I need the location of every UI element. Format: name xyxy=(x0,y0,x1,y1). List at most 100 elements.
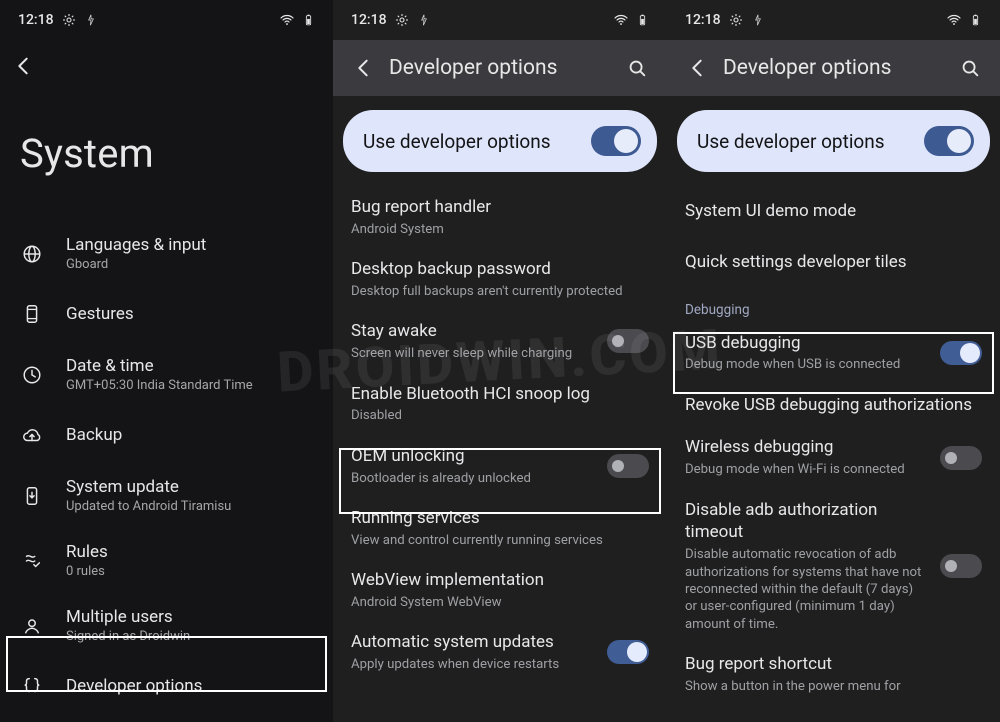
status-bar: 12:18 xyxy=(667,0,1000,40)
settings-rows: System UI demo mode Quick settings devel… xyxy=(667,184,1000,706)
row-title: USB debugging xyxy=(685,332,928,355)
sysupd-icon xyxy=(20,484,44,508)
setting-row[interactable]: Running services View and control curren… xyxy=(333,497,667,559)
use-developer-options-card[interactable]: Use developer options xyxy=(677,110,990,172)
toggle-switch[interactable] xyxy=(607,329,649,353)
toggle-switch[interactable] xyxy=(607,454,649,478)
setting-row[interactable]: WebView implementation Android System We… xyxy=(333,559,667,621)
wifi-icon xyxy=(945,12,963,28)
back-button[interactable] xyxy=(343,48,383,88)
rules-icon xyxy=(20,549,44,573)
setting-row[interactable]: Quick settings developer tiles xyxy=(667,237,1000,288)
item-subtitle: Gboard xyxy=(66,257,206,272)
page-title: System xyxy=(0,96,333,221)
row-title: WebView implementation xyxy=(351,569,649,592)
row-subtitle: Disabled xyxy=(351,407,649,424)
phoneV-icon xyxy=(20,302,44,326)
row-title: Wireless debugging xyxy=(685,436,928,459)
system-item[interactable]: Multiple users Signed in as Droidwin xyxy=(0,593,333,658)
system-item[interactable]: Backup xyxy=(0,407,333,463)
system-item[interactable]: Languages & input Gboard xyxy=(0,221,333,286)
row-title: Disable adb authorization timeout xyxy=(685,499,928,545)
wifi-icon xyxy=(278,12,296,28)
card-label: Use developer options xyxy=(697,130,885,153)
status-time: 12:18 xyxy=(18,12,54,28)
system-item[interactable]: Developer options xyxy=(0,658,333,714)
back-button[interactable] xyxy=(677,48,717,88)
use-developer-options-switch[interactable] xyxy=(591,126,641,156)
system-item[interactable]: Date & time GMT+05:30 India Standard Tim… xyxy=(0,342,333,407)
gear-icon xyxy=(394,12,410,28)
battery-icon xyxy=(969,11,982,29)
setting-row[interactable]: Automatic system updates Apply updates w… xyxy=(333,621,667,683)
status-time: 12:18 xyxy=(351,12,387,28)
status-bar: 12:18 xyxy=(333,0,667,40)
globe-icon xyxy=(20,242,44,266)
back-button[interactable] xyxy=(12,55,34,81)
bolt-icon xyxy=(417,12,431,28)
row-title: Enable Bluetooth HCI snoop log xyxy=(351,383,649,406)
setting-row[interactable]: Enable Bluetooth HCI snoop log Disabled xyxy=(333,373,667,435)
card-label: Use developer options xyxy=(363,130,551,153)
toggle-switch[interactable] xyxy=(607,640,649,664)
bolt-icon xyxy=(751,12,765,28)
item-title: Developer options xyxy=(66,676,202,696)
row-subtitle: Android System WebView xyxy=(351,594,649,611)
setting-row[interactable]: Stay awake Screen will never sleep while… xyxy=(333,310,667,372)
row-title: Bug report shortcut xyxy=(685,653,982,676)
setting-row[interactable]: Wireless debugging Debug mode when Wi-Fi… xyxy=(667,426,1000,488)
system-item[interactable]: Reset options xyxy=(0,714,333,722)
use-developer-options-switch[interactable] xyxy=(924,126,974,156)
battery-icon xyxy=(636,11,649,29)
item-subtitle: GMT+05:30 India Standard Time xyxy=(66,378,253,393)
toggle-switch[interactable] xyxy=(940,341,982,365)
row-title: Revoke USB debugging authorizations xyxy=(685,394,982,417)
braces-icon xyxy=(20,674,44,698)
item-title: System update xyxy=(66,477,231,497)
phone-developer-options-1: 12:18 Developer options Use developer op… xyxy=(333,0,667,722)
search-button[interactable] xyxy=(617,48,657,88)
phone-developer-options-2: 12:18 Developer options Use developer op… xyxy=(667,0,1000,722)
item-title: Backup xyxy=(66,425,122,445)
system-item[interactable]: Gestures xyxy=(0,286,333,342)
arrow-left-icon xyxy=(686,57,708,79)
row-subtitle: Android System xyxy=(351,221,649,238)
system-item[interactable]: Rules 0 rules xyxy=(0,528,333,593)
appbar-title: Developer options xyxy=(717,56,950,80)
system-item[interactable]: System update Updated to Android Tiramis… xyxy=(0,463,333,528)
row-title: Running services xyxy=(351,507,649,530)
row-title: Desktop backup password xyxy=(351,258,649,281)
toggle-switch[interactable] xyxy=(940,554,982,578)
row-subtitle: Show a button in the power menu for xyxy=(685,678,982,695)
setting-row[interactable]: OEM unlocking Bootloader is already unlo… xyxy=(333,435,667,497)
row-title: Stay awake xyxy=(351,320,595,343)
status-bar: 12:18 xyxy=(0,0,333,40)
item-title: Rules xyxy=(66,542,108,562)
setting-row[interactable]: Bug report handler Android System xyxy=(333,186,667,248)
row-subtitle: Debug mode when USB is connected xyxy=(685,356,928,373)
item-subtitle: 0 rules xyxy=(66,564,108,579)
setting-row[interactable]: USB debugging Debug mode when USB is con… xyxy=(667,322,1000,384)
row-subtitle: Bootloader is already unlocked xyxy=(351,470,595,487)
battery-icon xyxy=(302,11,315,29)
setting-row[interactable]: Disable adb authorization timeout Disabl… xyxy=(667,489,1000,644)
item-title: Gestures xyxy=(66,304,134,324)
search-icon xyxy=(959,57,981,79)
arrow-left-icon xyxy=(352,57,374,79)
row-title: System UI demo mode xyxy=(685,200,982,223)
setting-row[interactable]: System UI demo mode xyxy=(667,186,1000,237)
section-label: Debugging xyxy=(667,288,1000,322)
setting-row[interactable]: Desktop backup password Desktop full bac… xyxy=(333,248,667,310)
row-title: OEM unlocking xyxy=(351,445,595,468)
search-button[interactable] xyxy=(950,48,990,88)
row-subtitle: Screen will never sleep while charging xyxy=(351,345,595,362)
use-developer-options-card[interactable]: Use developer options xyxy=(343,110,657,172)
toggle-switch[interactable] xyxy=(940,446,982,470)
appbar: Developer options xyxy=(333,40,667,96)
row-title: Automatic system updates xyxy=(351,631,595,654)
gear-icon xyxy=(61,12,77,28)
clock-icon xyxy=(20,363,44,387)
setting-row[interactable]: Bug report shortcut Show a button in the… xyxy=(667,643,1000,705)
setting-row[interactable]: Revoke USB debugging authorizations xyxy=(667,384,1000,427)
bolt-icon xyxy=(84,12,98,28)
